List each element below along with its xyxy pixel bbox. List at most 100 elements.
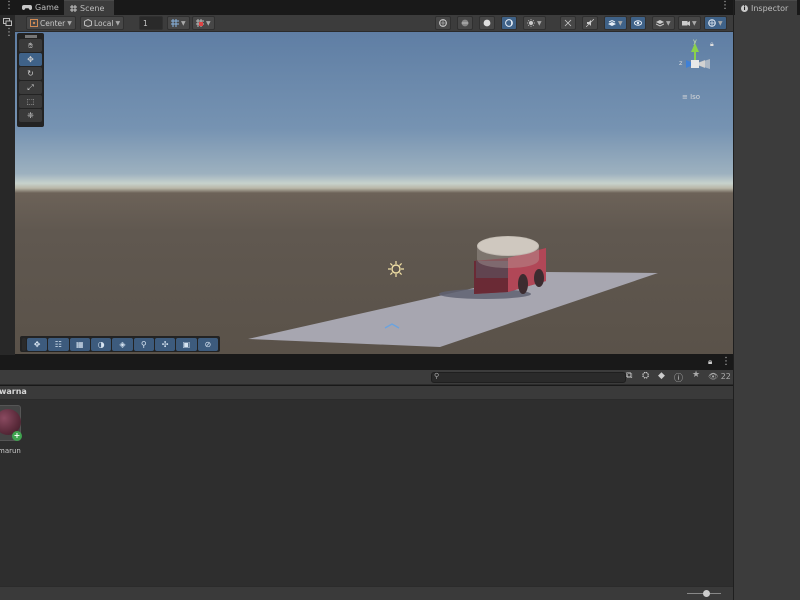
more-options-icon[interactable]: ⋮	[4, 1, 14, 11]
transform-tool-button[interactable]: ❈	[19, 109, 42, 122]
pan-arrows-icon: ✣	[161, 339, 169, 349]
lit-sphere-icon	[505, 19, 513, 27]
local-cube-icon	[84, 19, 92, 27]
tab-scene-label: Scene	[80, 3, 105, 13]
gutter-more-icon[interactable]: ⋮	[4, 28, 14, 38]
overlay-layers-button[interactable]: ◈	[112, 337, 133, 351]
panel-more-icon[interactable]: ⋮	[721, 357, 731, 367]
move-tool-button[interactable]: ✥	[19, 53, 42, 66]
overlay-grid-button[interactable]: ▦	[69, 337, 90, 351]
asset-item[interactable]: +	[0, 405, 22, 443]
visibility-toggle-button[interactable]	[630, 16, 646, 30]
search-icon: ⚲	[140, 339, 147, 349]
breadcrumb: warna	[0, 386, 733, 400]
half-moon-icon: ◑	[97, 339, 105, 349]
hidden-count[interactable]: 👁︎ 22	[708, 372, 731, 381]
stack-icon: ◈	[119, 339, 126, 349]
shading-wireframe-button[interactable]	[435, 16, 451, 30]
snap-increment-field[interactable]: 1	[139, 16, 163, 30]
orientation-gizmo[interactable]: 🔒︎ y z ≡ Iso	[658, 36, 718, 106]
move-arrows-icon: ✥	[33, 339, 41, 349]
grid-snap-dropdown[interactable]: ▼	[167, 16, 190, 30]
camera-icon: ▣	[182, 339, 191, 349]
tab-scene[interactable]: Scene	[64, 0, 114, 15]
scene-render[interactable]	[15, 32, 733, 354]
grid-snap-icon	[171, 19, 179, 27]
shading-shaded-wireframe-button[interactable]	[457, 16, 473, 30]
favorite-star-icon[interactable]: ★	[692, 370, 700, 380]
chevron-down-icon: ▼	[115, 19, 121, 27]
panel-lock-icon[interactable]: 🔒︎	[708, 357, 712, 367]
unlit-sphere-icon	[483, 19, 491, 27]
increment-snap-dropdown[interactable]: ▼	[192, 16, 215, 30]
scene-overlay-toolbar: ✥ ☷ ▦ ◑ ◈ ⚲ ✣ ▣ ⊘	[20, 336, 220, 352]
rotate-icon: ↻	[27, 69, 34, 78]
rotate-tool-button[interactable]: ↻	[19, 67, 42, 80]
rect-tool-button[interactable]: ⬚	[19, 95, 42, 108]
hand-icon: ✋︎	[28, 40, 33, 50]
asset-grid[interactable]: + marun	[0, 400, 733, 586]
inspector-tab-bar: i Inspector	[734, 0, 800, 15]
gizmo-axis-icon	[564, 19, 572, 27]
project-tab-strip: 🔒︎ ⋮	[0, 355, 733, 370]
pivot-center-icon	[30, 19, 38, 27]
overlay-grip[interactable]	[22, 337, 26, 351]
audio-toggle-button[interactable]	[582, 16, 598, 30]
camera-icon	[682, 21, 690, 26]
tab-inspector-label: Inspector	[751, 3, 789, 13]
pivot-label: Center	[40, 18, 66, 28]
projection-label[interactable]: ≡ Iso	[682, 93, 700, 101]
overlay-move-button[interactable]: ✥	[26, 337, 48, 351]
audio-mute-icon	[586, 19, 594, 27]
asset-label[interactable]: marun	[0, 447, 21, 455]
overlay-menu-icon[interactable]	[3, 18, 12, 26]
overlay-compass-button[interactable]: ⊘	[197, 337, 218, 351]
tab-inspector[interactable]: i Inspector	[735, 0, 797, 15]
chevron-down-icon: ▼	[618, 19, 623, 27]
overlay-shading-button[interactable]: ◑	[90, 337, 112, 351]
pivot-dropdown[interactable]: Center ▼	[26, 16, 76, 30]
thumbnail-size-slider-handle[interactable]	[703, 590, 710, 597]
chevron-down-icon: ▼	[537, 19, 542, 27]
space-label: Local	[94, 18, 114, 28]
effects-dropdown[interactable]: ▼	[604, 16, 627, 30]
space-dropdown[interactable]: Local ▼	[80, 16, 125, 30]
chevron-down-icon: ▼	[67, 19, 72, 27]
search-options-icon[interactable]: ⧉	[626, 371, 632, 381]
rect-tool-icon: ⬚	[26, 97, 35, 106]
wireframe-sphere-icon	[439, 19, 447, 27]
tab-game[interactable]: Game	[16, 0, 65, 15]
compass-icon: ⊘	[204, 339, 212, 349]
info-toggle-icon[interactable]: ⓘ	[674, 371, 683, 384]
snap-value: 1	[143, 18, 148, 28]
layers-dropdown[interactable]: ▼	[652, 16, 675, 30]
axis-gizmo-icon[interactable]	[658, 36, 718, 86]
project-footer	[0, 586, 733, 600]
2d-toggle-button[interactable]	[560, 16, 576, 30]
search-input[interactable]: ⚲	[431, 372, 626, 383]
shading-lit-button[interactable]	[501, 16, 517, 30]
overlay-adjust-button[interactable]: ☷	[48, 337, 69, 351]
lighting-dropdown[interactable]: ▼	[523, 16, 546, 30]
scene-more-options-icon[interactable]: ⋮	[720, 1, 730, 11]
palette-grip[interactable]	[24, 35, 37, 38]
breadcrumb-folder[interactable]: warna	[0, 387, 27, 396]
overlay-pan-button[interactable]: ✣	[154, 337, 176, 351]
directional-light-icon[interactable]	[388, 261, 404, 277]
filter-label-icon[interactable]: ◆	[658, 371, 665, 381]
increment-snap-icon	[196, 19, 204, 27]
scale-tool-button[interactable]: ⤢	[19, 81, 42, 94]
overlay-search-button[interactable]: ⚲	[133, 337, 154, 351]
transform-icon: ❈	[27, 111, 34, 120]
filter-type-icon[interactable]: ⛭	[642, 371, 649, 381]
shading-unlit-button[interactable]	[479, 16, 495, 30]
camera-dropdown[interactable]: ▼	[678, 16, 701, 30]
hand-tool-button[interactable]: ✋︎	[19, 39, 42, 52]
scene-viewport[interactable]: 🔒︎ y z ≡ Iso	[15, 32, 733, 354]
z-axis-label: z	[679, 59, 683, 67]
ground-plane[interactable]	[248, 272, 658, 347]
gizmos-dropdown[interactable]: ▼	[704, 16, 727, 30]
left-gutter: ⋮	[0, 15, 15, 355]
overlay-camera-button[interactable]: ▣	[176, 337, 197, 351]
grid-icon: ▦	[75, 339, 84, 349]
